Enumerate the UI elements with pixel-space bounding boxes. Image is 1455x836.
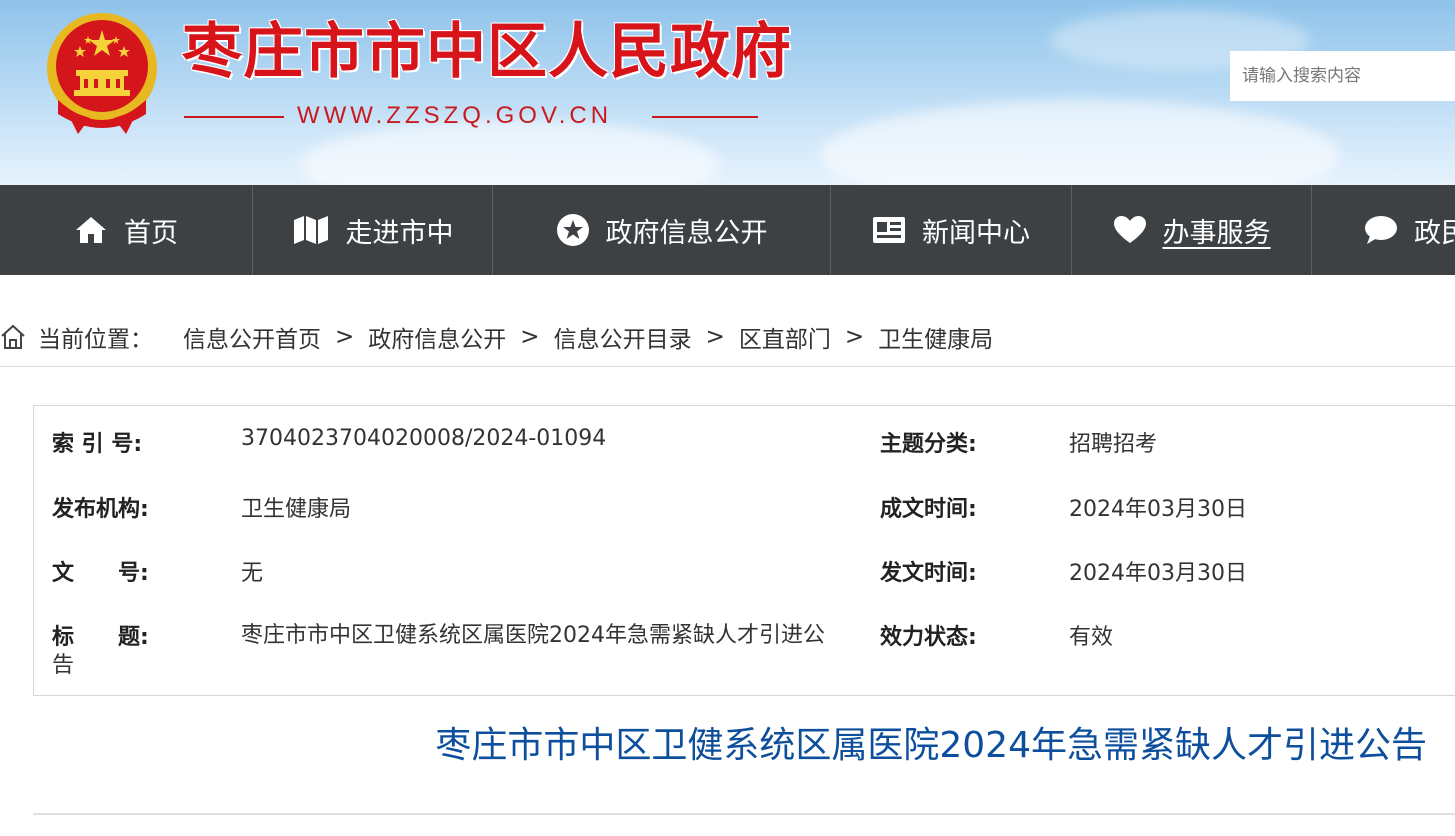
nav-item-info-disclosure[interactable]: 政府信息公开 <box>493 185 831 275</box>
breadcrumb-separator: > <box>335 324 355 350</box>
breadcrumb-separator: > <box>705 324 725 350</box>
article-title-divider <box>33 813 1455 815</box>
nav-label: 走进市中 <box>345 217 454 249</box>
issued-date-value: 2024年03月30日 <box>1069 561 1247 586</box>
national-emblem-icon[interactable] <box>44 10 160 134</box>
index-number-value: 3704023704020008/2024-01094 <box>241 426 607 451</box>
index-number-label: 索 引 号: <box>52 432 143 457</box>
breadcrumb-link[interactable]: 卫生健康局 <box>878 320 993 354</box>
document-number-label: 文 号: <box>52 561 149 586</box>
site-url-row: WWW.ZZSZQ.GOV.CN <box>184 100 758 132</box>
nav-label: 办事服务 <box>1162 217 1271 249</box>
title-value: 枣庄市市中区卫健系统区属医院2024年急需紧缺人才引进公告 <box>52 623 825 678</box>
document-number-value: 无 <box>241 561 264 586</box>
nav-label: 新闻中心 <box>922 217 1030 249</box>
breadcrumb-link[interactable]: 区直部门 <box>739 320 831 354</box>
article-title: 枣庄市市中区卫健系统区属医院2024年急需紧缺人才引进公告 <box>435 725 1427 766</box>
map-icon <box>293 216 328 244</box>
created-date-value: 2024年03月30日 <box>1069 497 1247 522</box>
home-outline-icon[interactable] <box>0 324 26 350</box>
nav-label: 政民互动 <box>1414 217 1455 249</box>
heart-icon <box>1113 216 1146 243</box>
topic-value: 招聘招考 <box>1069 432 1158 457</box>
publisher-value: 卫生健康局 <box>241 497 352 522</box>
breadcrumb-divider <box>0 366 1455 367</box>
home-icon <box>76 217 106 243</box>
breadcrumb: 当前位置： 信息公开首页 > 政府信息公开 > 信息公开目录 > 区直部门 > … <box>0 310 1455 364</box>
site-url: WWW.ZZSZQ.GOV.CN <box>297 102 613 129</box>
site-title[interactable]: 枣庄市市中区人民政府 <box>182 12 792 92</box>
breadcrumb-separator: > <box>520 324 540 350</box>
nav-item-news[interactable]: 新闻中心 <box>831 185 1072 275</box>
search-input[interactable] <box>1230 51 1455 101</box>
created-date-label: 成文时间: <box>880 497 977 522</box>
validity-status-value: 有效 <box>1069 625 1114 650</box>
nav-item-home[interactable]: 首页 <box>0 185 253 275</box>
url-divider-right <box>652 116 758 118</box>
breadcrumb-separator: > <box>844 324 865 350</box>
url-divider-left <box>184 116 284 118</box>
star-circle-icon <box>556 214 589 246</box>
nav-label: 首页 <box>124 217 178 249</box>
breadcrumb-link[interactable]: 信息公开首页 <box>183 320 321 354</box>
breadcrumb-label: 当前位置： <box>38 327 153 353</box>
nav-item-services[interactable]: 办事服务 <box>1072 185 1312 275</box>
nav-label: 政府信息公开 <box>605 217 768 249</box>
main-nav: 首页 走进市中 政府信息公开 新闻中心 办事服务 政民 <box>0 185 1455 275</box>
nav-item-interaction[interactable]: 政民互动 <box>1312 185 1455 275</box>
header-cloud <box>820 100 1340 185</box>
chat-bubble-icon <box>1365 216 1397 244</box>
site-header: 枣庄市市中区人民政府 WWW.ZZSZQ.GOV.CN <box>0 0 1455 185</box>
validity-status-label: 效力状态: <box>880 625 977 650</box>
breadcrumb-link[interactable]: 政府信息公开 <box>368 320 506 354</box>
news-card-icon <box>873 217 905 243</box>
topic-label: 主题分类: <box>880 432 977 457</box>
breadcrumb-link[interactable]: 信息公开目录 <box>554 320 692 354</box>
issued-date-label: 发文时间: <box>880 561 977 586</box>
nav-item-about[interactable]: 走进市中 <box>253 185 493 275</box>
document-metadata-table: 索 引 号: 3704023704020008/2024-01094 主题分类:… <box>33 405 1455 696</box>
publisher-label: 发布机构: <box>52 497 149 522</box>
